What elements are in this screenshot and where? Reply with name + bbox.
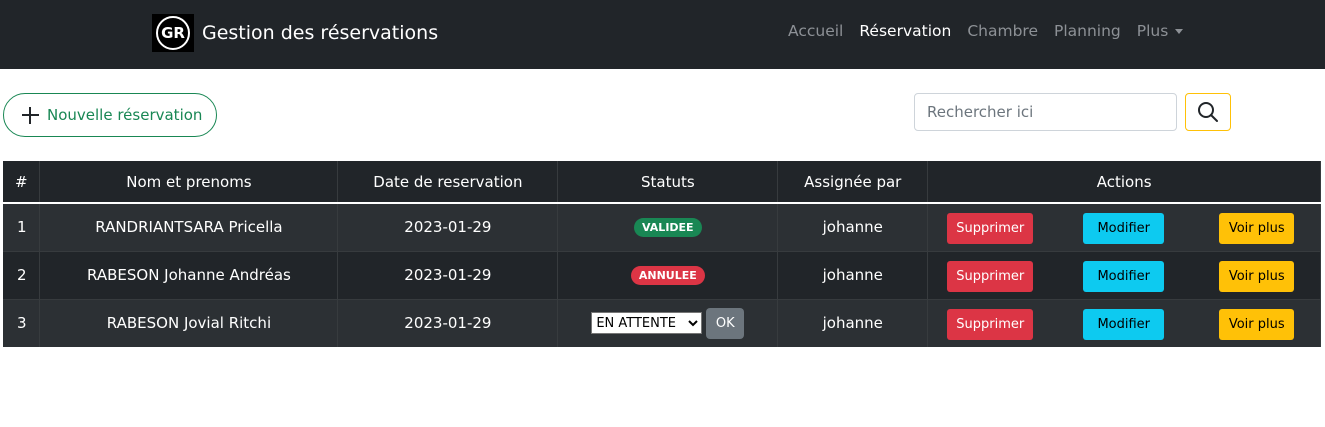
new-reservation-button[interactable]: Nouvelle réservation	[3, 93, 217, 137]
status-select[interactable]: EN ATTENTE	[591, 312, 703, 335]
row-assigned: johanne	[777, 202, 929, 251]
row-date: 2023-01-29	[337, 202, 559, 251]
row-num: 3	[3, 298, 41, 347]
new-reservation-label: Nouvelle réservation	[47, 106, 203, 124]
row-assigned: johanne	[777, 298, 929, 347]
search-input[interactable]	[914, 93, 1177, 131]
brand-title: Gestion des réservations	[202, 22, 439, 44]
row-num: 2	[3, 250, 41, 299]
table-header-row: # Nom et prenoms Date de reservation Sta…	[3, 161, 1321, 204]
header-actions: Actions	[927, 161, 1321, 204]
header-num: #	[3, 161, 41, 204]
row-status: ANNULEE	[557, 250, 779, 299]
table-row: 3 RABESON Jovial Ritchi 2023-01-29 EN AT…	[3, 298, 1321, 347]
header-name: Nom et prenoms	[39, 161, 339, 204]
ok-button[interactable]: OK	[706, 307, 745, 339]
search-button[interactable]	[1185, 93, 1231, 131]
delete-button[interactable]: Supprimer	[947, 308, 1034, 340]
table-row: 1 RANDRIANTSARA Pricella 2023-01-29 VALI…	[3, 202, 1321, 251]
row-name: RABESON Johanne Andréas	[39, 250, 339, 299]
row-date: 2023-01-29	[337, 250, 559, 299]
nav-dropdown-plus[interactable]: Plus	[1137, 22, 1184, 40]
edit-button[interactable]: Modifier	[1083, 213, 1165, 244]
header-assigned: Assignée par	[777, 161, 929, 204]
reservations-table: # Nom et prenoms Date de reservation Sta…	[3, 161, 1321, 347]
row-assigned: johanne	[777, 250, 929, 299]
row-actions: Supprimer Modifier Voir plus	[927, 202, 1321, 251]
delete-button[interactable]: Supprimer	[947, 260, 1034, 292]
logo: GR	[152, 14, 194, 52]
row-name: RANDRIANTSARA Pricella	[39, 202, 339, 251]
row-status: VALIDEE	[557, 202, 779, 251]
row-date: 2023-01-29	[337, 298, 559, 347]
edit-button[interactable]: Modifier	[1083, 260, 1165, 292]
row-actions: Supprimer Modifier Voir plus	[927, 250, 1321, 299]
edit-button[interactable]: Modifier	[1083, 308, 1165, 340]
nav-dropdown-label: Plus	[1136, 22, 1169, 40]
view-more-button[interactable]: Voir plus	[1219, 213, 1295, 244]
view-more-button[interactable]: Voir plus	[1219, 308, 1295, 340]
caret-down-icon	[1175, 28, 1184, 34]
row-status: EN ATTENTE OK	[557, 298, 779, 347]
nav-link-chambre[interactable]: Chambre	[967, 22, 1038, 40]
logo-text: GR	[156, 16, 190, 50]
header-date: Date de reservation	[337, 161, 559, 204]
nav-link-reservation[interactable]: Réservation	[859, 22, 951, 40]
nav-link-accueil[interactable]: Accueil	[788, 22, 843, 40]
row-actions: Supprimer Modifier Voir plus	[927, 298, 1321, 347]
delete-button[interactable]: Supprimer	[947, 213, 1034, 244]
row-num: 1	[3, 202, 41, 251]
status-badge: ANNULEE	[630, 266, 705, 285]
view-more-button[interactable]: Voir plus	[1219, 260, 1295, 292]
header-status: Statuts	[557, 161, 779, 204]
plus-icon	[22, 106, 39, 124]
search-icon	[1198, 102, 1218, 122]
navbar: GR Gestion des réservations Accueil Rése…	[0, 0, 1325, 69]
table-row: 2 RABESON Johanne Andréas 2023-01-29 ANN…	[3, 250, 1321, 299]
brand[interactable]: GR Gestion des réservations	[152, 14, 438, 52]
status-badge: VALIDEE	[634, 218, 702, 238]
row-name: RABESON Jovial Ritchi	[39, 298, 339, 347]
nav-link-planning[interactable]: Planning	[1054, 22, 1121, 40]
nav-menu: Accueil Réservation Chambre Planning Plu…	[788, 22, 1199, 40]
